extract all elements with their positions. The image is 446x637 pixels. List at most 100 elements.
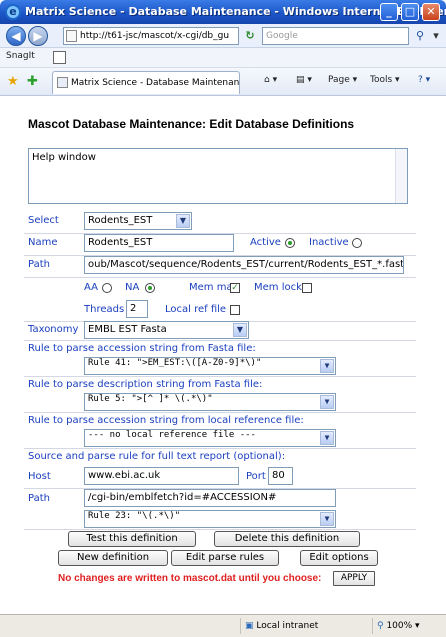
security-zone: ▣ Local intranet xyxy=(240,618,358,634)
aa-radio[interactable] xyxy=(102,283,112,293)
snagit-toolbar: SnagIt xyxy=(0,48,446,68)
capture-icon[interactable] xyxy=(53,51,66,64)
print-icon[interactable]: ▤ ▾ xyxy=(296,75,312,85)
url-text: http://t61-jsc/mascot/x-cgi/db_gu xyxy=(80,31,230,41)
delete-definition-button[interactable]: Delete this definition xyxy=(214,531,360,547)
forward-icon[interactable]: ▶ xyxy=(28,26,48,46)
tab-database-maintenance[interactable]: Matrix Science - Database Maintenance xyxy=(52,71,240,94)
na-radio[interactable] xyxy=(145,283,155,293)
tab-label: Matrix Science - Database Maintenance xyxy=(71,78,240,88)
taxonomy-select-value: EMBL EST Fasta xyxy=(88,324,167,335)
database-select-value: Rodents_EST xyxy=(88,215,153,226)
mem-lock-checkbox[interactable] xyxy=(302,283,312,293)
test-definition-button[interactable]: Test this definition xyxy=(68,531,196,547)
report-rule-select[interactable]: Rule 23: "\(.*\)" ▼ xyxy=(84,510,336,528)
chevron-down-icon: ▼ xyxy=(233,323,247,337)
close-button[interactable]: ✕ xyxy=(422,3,440,21)
unsaved-warning: No changes are written to mascot.dat unt… xyxy=(58,573,322,584)
home-icon[interactable]: ⌂ ▾ xyxy=(264,75,277,85)
edit-options-button[interactable]: Edit options xyxy=(300,550,378,566)
divider xyxy=(24,448,416,449)
url-input[interactable]: http://t61-jsc/mascot/x-cgi/db_gu xyxy=(63,27,239,45)
description-rule-select[interactable]: Rule 5: ">[^ ]* \(.*\)" ▼ xyxy=(84,393,336,411)
accession-rule-select[interactable]: Rule 41: ">EM_EST:\([A-Z0-9]*\)" ▼ xyxy=(84,357,336,375)
help-scrollbar[interactable] xyxy=(395,149,407,203)
local-ref-label: Local ref file xyxy=(165,304,227,315)
local-ref-rule-select[interactable]: --- no local reference file --- ▼ xyxy=(84,429,336,447)
address-bar: ◀ ▶ http://t61-jsc/mascot/x-cgi/db_gu ↻ … xyxy=(0,24,446,48)
edit-parse-rules-button[interactable]: Edit parse rules xyxy=(171,550,279,566)
local-ref-rule-value: --- no local reference file --- xyxy=(88,430,256,440)
divider xyxy=(24,376,416,377)
report-path-label: Path xyxy=(28,493,50,504)
page-title: Mascot Database Maintenance: Edit Databa… xyxy=(28,117,355,131)
host-field[interactable]: www.ebi.ac.uk xyxy=(84,467,239,485)
database-select[interactable]: Rodents_EST ▼ xyxy=(84,212,192,230)
mem-lock-label: Mem lock xyxy=(254,282,302,293)
path-label: Path xyxy=(28,259,50,270)
intranet-icon: ▣ xyxy=(245,621,257,631)
name-field[interactable]: Rodents_EST xyxy=(84,234,234,252)
active-radio[interactable] xyxy=(285,238,295,248)
inactive-label: Inactive xyxy=(309,237,349,248)
tools-menu-label: Tools xyxy=(370,75,393,85)
chevron-down-icon: ▼ xyxy=(320,431,334,445)
na-label: NA xyxy=(125,282,140,293)
zoom-control[interactable]: ⚲ 100% ▾ xyxy=(372,618,442,634)
chevron-down-icon: ▼ xyxy=(176,214,190,228)
tab-page-icon xyxy=(57,77,68,88)
inactive-radio[interactable] xyxy=(352,238,362,248)
report-rule-value: Rule 23: "\(.*\)" xyxy=(88,511,181,521)
source-label: Source and parse rule for full text repo… xyxy=(28,451,286,462)
divider xyxy=(24,529,416,530)
chevron-down-icon: ▼ xyxy=(320,512,334,526)
mem-map-checkbox[interactable]: ✓ xyxy=(230,283,240,293)
status-bar: ▣ Local intranet ⚲ 100% ▾ xyxy=(0,614,446,637)
refresh-icon[interactable]: ↻ xyxy=(242,28,258,44)
rule-local-ref-label: Rule to parse accession string from loca… xyxy=(28,415,304,426)
search-icon[interactable]: ⚲ xyxy=(412,28,428,44)
taxonomy-select[interactable]: EMBL EST Fasta ▼ xyxy=(84,321,249,339)
report-path-field[interactable]: /cgi-bin/emblfetch?id=#ACCESSION# xyxy=(84,489,336,507)
favorites-star-icon[interactable]: ★ xyxy=(7,74,19,89)
page-menu[interactable]: Page ▾ xyxy=(328,75,357,85)
divider xyxy=(24,277,416,278)
status-segment xyxy=(164,618,240,634)
description-rule-value: Rule 5: ">[^ ]* \(.*\)" xyxy=(88,394,213,404)
maximize-button[interactable]: □ xyxy=(401,3,419,21)
name-label: Name xyxy=(28,237,58,248)
apply-button[interactable]: APPLY xyxy=(333,571,375,586)
favorites-bar: ★ ✚ Matrix Science - Database Maintenanc… xyxy=(0,68,446,96)
new-definition-button[interactable]: New definition xyxy=(58,550,168,566)
active-label: Active xyxy=(250,237,281,248)
back-icon[interactable]: ◀ xyxy=(6,26,26,46)
help-window[interactable]: Help window xyxy=(28,148,408,204)
help-text: Help window xyxy=(32,152,96,163)
chevron-down-icon: ▼ xyxy=(320,395,334,409)
chevron-down-icon: ▼ xyxy=(320,359,334,373)
port-field[interactable]: 80 xyxy=(268,467,293,485)
local-ref-checkbox[interactable] xyxy=(230,305,240,315)
threads-field[interactable]: 2 xyxy=(126,300,148,318)
threads-label: Threads xyxy=(84,304,125,315)
minimize-button[interactable]: _ xyxy=(380,3,398,21)
divider xyxy=(24,412,416,413)
rule-accession-label: Rule to parse accession string from Fast… xyxy=(28,343,256,354)
taxonomy-label: Taxonomy xyxy=(28,324,79,335)
port-label: Port xyxy=(246,471,266,482)
ie-logo-icon: e xyxy=(5,4,21,20)
select-label: Select xyxy=(28,215,59,226)
tools-menu[interactable]: Tools ▾ xyxy=(370,75,400,85)
page-icon xyxy=(66,30,77,42)
zoom-level: 100% xyxy=(386,621,413,631)
divider xyxy=(24,340,416,341)
page-menu-label: Page xyxy=(328,75,350,85)
help-icon[interactable]: ? ▾ xyxy=(418,75,430,85)
search-options-icon[interactable]: ▾ xyxy=(428,28,444,44)
path-field[interactable]: oub/Mascot/sequence/Rodents_EST/current/… xyxy=(84,256,404,274)
search-input[interactable]: Google xyxy=(262,27,409,45)
add-favorite-icon[interactable]: ✚ xyxy=(27,74,38,89)
accession-rule-value: Rule 41: ">EM_EST:\([A-Z0-9]*\)" xyxy=(88,358,262,368)
page-content: Mascot Database Maintenance: Edit Databa… xyxy=(4,97,440,614)
snagit-button[interactable]: SnagIt xyxy=(6,51,35,61)
